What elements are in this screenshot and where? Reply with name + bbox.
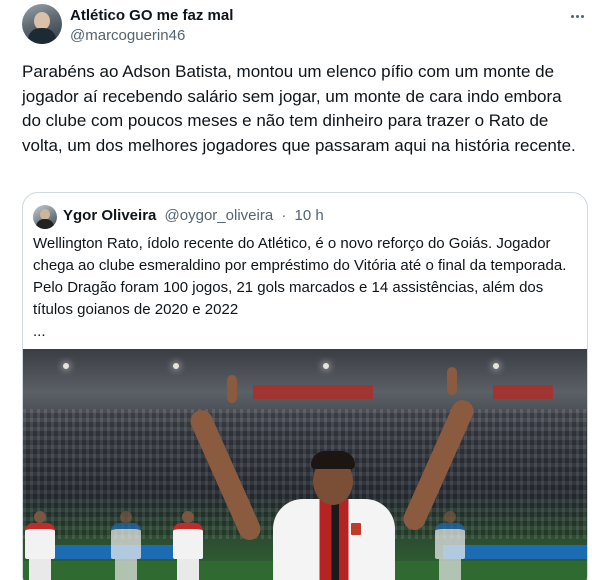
player-hair xyxy=(311,451,355,469)
background-player xyxy=(173,511,203,580)
stadium-light xyxy=(173,363,179,369)
background-player xyxy=(111,511,141,580)
author-avatar[interactable] xyxy=(22,4,62,44)
more-dot xyxy=(580,14,584,18)
quoted-tweet-text-block: Wellington Rato, ídolo recente do Atléti… xyxy=(33,233,581,343)
quoted-author-avatar[interactable] xyxy=(33,205,57,229)
quoted-author-handle[interactable]: @oygor_oliveira xyxy=(165,207,274,224)
player-hand xyxy=(447,367,457,395)
quoted-tweet-header: Ygor Oliveira @oygor_oliveira · 10 h xyxy=(63,207,324,224)
quoted-timestamp[interactable]: 10 h xyxy=(295,207,324,224)
author-handle[interactable]: @marcoguerin46 xyxy=(70,27,185,44)
author-display-name[interactable]: Atlético GO me faz mal xyxy=(70,7,233,24)
tweet-text: Parabéns ao Adson Batista, montou um ele… xyxy=(22,62,576,155)
tweet-card: Atlético GO me faz mal @marcoguerin46 Pa… xyxy=(0,0,592,580)
more-dot xyxy=(570,14,574,18)
background-player xyxy=(25,511,55,580)
player-jersey xyxy=(273,499,395,580)
quoted-separator: · xyxy=(281,207,287,224)
club-badge xyxy=(349,521,363,537)
quoted-tweet-photo[interactable]: 13 xyxy=(23,349,587,580)
celebrating-player: 13 xyxy=(187,367,477,580)
avatar-body xyxy=(28,28,56,44)
quoted-author-name[interactable]: Ygor Oliveira xyxy=(63,207,156,224)
stadium-light xyxy=(63,363,69,369)
stadium-light xyxy=(493,363,499,369)
quoted-tweet-ellipsis: ... xyxy=(33,323,46,340)
player-hand xyxy=(227,375,237,403)
more-dot xyxy=(575,14,579,18)
more-options-icon[interactable] xyxy=(566,8,588,24)
stadium-banner xyxy=(493,385,553,399)
avatar-body xyxy=(36,219,54,229)
quoted-tweet[interactable]: Ygor Oliveira @oygor_oliveira · 10 h Wel… xyxy=(22,192,588,580)
quoted-tweet-text: Wellington Rato, ídolo recente do Atléti… xyxy=(33,235,567,318)
